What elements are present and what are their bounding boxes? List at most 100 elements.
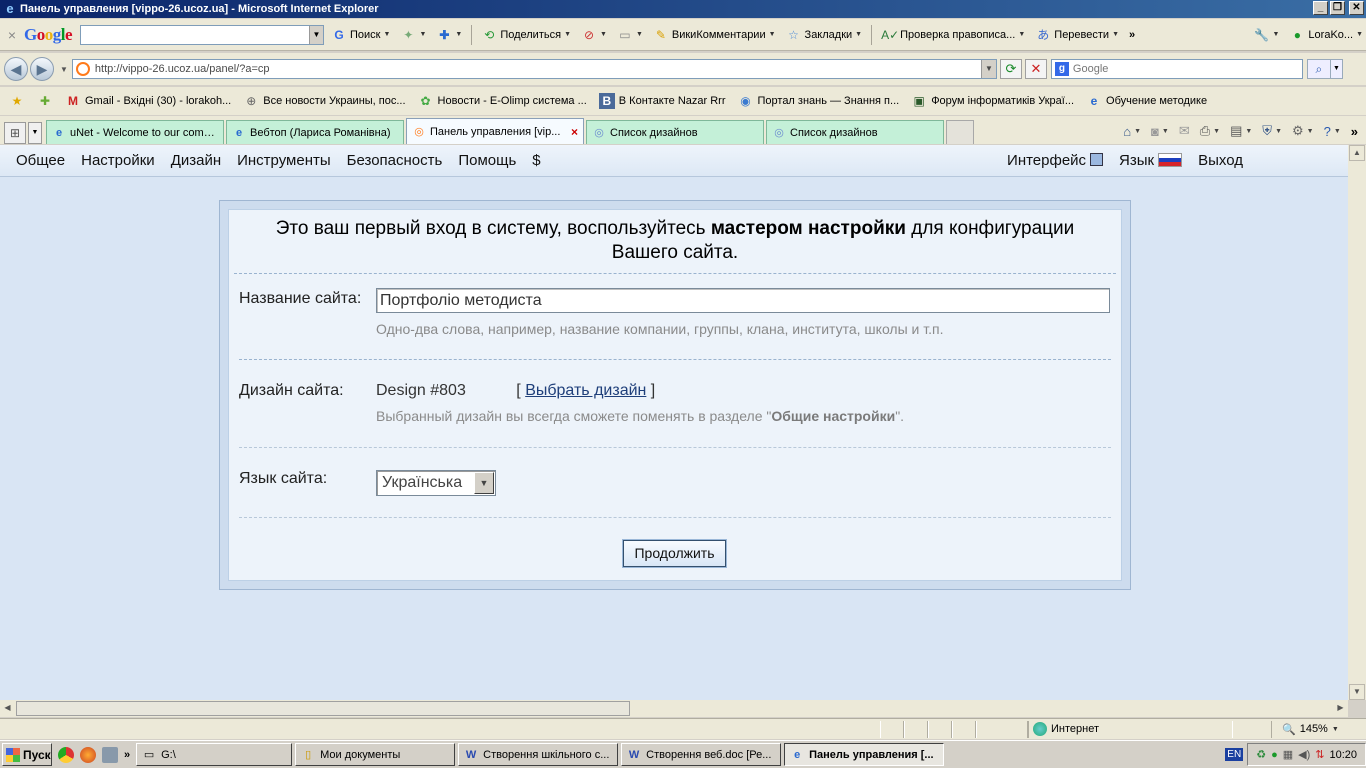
chrome-icon[interactable]	[58, 746, 74, 763]
zoom-control[interactable]: 🔍 145% ▼	[1276, 723, 1345, 736]
continue-button[interactable]: Продолжить	[623, 540, 726, 567]
more-commands-icon[interactable]: »	[1351, 124, 1358, 139]
protected-mode-icon[interactable]	[1232, 720, 1272, 738]
nav-tools[interactable]: Инструменты	[229, 152, 339, 169]
scroll-down-icon[interactable]: ▼	[1349, 684, 1365, 700]
nav-dollar[interactable]: $	[524, 152, 548, 169]
word-doc-icon: W	[465, 748, 477, 761]
bookmarks-button[interactable]: ☆ Закладки ▼	[783, 27, 866, 43]
autofill-button[interactable]: ▭ ▼	[614, 27, 646, 43]
nav-security[interactable]: Безопасность	[339, 152, 451, 169]
scroll-right-icon[interactable]: ▶	[1333, 701, 1348, 716]
quicklaunch-app-icon[interactable]	[102, 746, 118, 763]
address-url[interactable]: http://vippo-26.ucoz.ua/panel/?a=cp	[95, 63, 270, 75]
firefox-icon[interactable]	[80, 746, 96, 763]
address-bar[interactable]: http://vippo-26.ucoz.ua/panel/?a=cp ▼	[71, 59, 997, 79]
taskbar-task[interactable]: W Створення шкільного с...	[458, 743, 619, 766]
new-tab-button[interactable]	[946, 120, 974, 144]
volume-icon[interactable]: ◀)	[1298, 748, 1310, 761]
maximize-button[interactable]: ❐	[1330, 1, 1345, 15]
status-cell	[880, 720, 904, 738]
rss-feeds-icon[interactable]: ◙	[1151, 124, 1159, 139]
wiki-comments-button[interactable]: ✎ ВикиКомментарии ▼	[650, 27, 779, 43]
horizontal-scrollbar[interactable]: ◀ ▶	[0, 700, 1348, 717]
ie-icon: e	[235, 126, 243, 139]
spellcheck-button[interactable]: A✓ Проверка правописа... ▼	[878, 27, 1028, 43]
browser-search-input[interactable]: g Google	[1050, 59, 1303, 79]
favorite-link[interactable]: ▣ Форум інформатиків Украї...	[906, 93, 1079, 109]
tray-app-icon[interactable]: ●	[1271, 749, 1278, 761]
add-favorite-button[interactable]: ✚	[32, 93, 58, 109]
help-icon[interactable]: ?	[1324, 124, 1331, 139]
stop-button[interactable]: ✕	[1024, 59, 1047, 79]
close-window-button[interactable]: ✕	[1349, 1, 1364, 15]
tab-webtop[interactable]: e Вебтоп (Лариса Романівна)	[226, 120, 404, 144]
taskbar-task[interactable]: ▯ Мои документы	[295, 743, 456, 766]
taskbar-task-active[interactable]: e Панель управления [...	[784, 743, 945, 766]
tab-designs-1[interactable]: ◎ Список дизайнов	[586, 120, 764, 144]
start-button[interactable]: Пуск	[2, 743, 52, 766]
favorites-center-button[interactable]: ★	[4, 93, 30, 109]
chevron-down-icon[interactable]: ▼	[1330, 59, 1343, 79]
close-toolbar-icon[interactable]: ×	[4, 27, 20, 43]
scroll-left-icon[interactable]: ◀	[0, 701, 15, 716]
share-button[interactable]: ⟲ Поделиться ▼	[478, 27, 574, 43]
scroll-up-icon[interactable]: ▲	[1349, 145, 1365, 161]
favorite-link[interactable]: M Gmail - Вхідні (30) - lorakoh...	[60, 93, 236, 109]
minimize-button[interactable]: _	[1313, 1, 1328, 15]
mail-icon[interactable]: ✉	[1179, 123, 1190, 139]
keyboard-language[interactable]: EN	[1225, 748, 1244, 761]
scroll-thumb[interactable]	[16, 701, 630, 716]
settings-wrench-button[interactable]: 🔧 ▼	[1250, 27, 1282, 43]
more-toolbar-button[interactable]: »	[1126, 29, 1138, 41]
page-icon[interactable]: ▤	[1230, 123, 1242, 139]
forward-button[interactable]: ▶	[30, 57, 54, 81]
favorite-link[interactable]: ✿ Новости - E-Olimp система ...	[413, 93, 592, 109]
refresh-button[interactable]: ⟳	[999, 59, 1022, 79]
taskbar-task[interactable]: W Створення веб.doc [Ре...	[621, 743, 782, 766]
tray-arrow-icon[interactable]: ⇅	[1315, 748, 1324, 761]
close-tab-icon[interactable]: ×	[571, 125, 578, 139]
quick-tabs-button[interactable]: ⊞	[4, 122, 26, 144]
translate-button[interactable]: あ Перевести ▼	[1032, 27, 1122, 43]
tab-list-dropdown[interactable]: ▼	[28, 122, 42, 144]
print-icon[interactable]: ⎙	[1200, 123, 1210, 139]
google-search-input[interactable]: ▼	[80, 24, 325, 45]
home-icon[interactable]: ⌂	[1123, 124, 1131, 139]
tray-app-icon[interactable]: ♻	[1256, 748, 1266, 761]
toolbar-add-button[interactable]: ✚ ▼	[433, 27, 465, 43]
language-selector[interactable]: Язык	[1111, 152, 1190, 169]
nav-help[interactable]: Помощь	[450, 152, 524, 169]
nav-general[interactable]: Общее	[8, 152, 73, 169]
search-go-button[interactable]: ⌕	[1306, 59, 1331, 79]
network-icon[interactable]: ▦	[1283, 748, 1293, 761]
chevron-down-icon[interactable]: ▼	[309, 25, 324, 44]
safety-icon[interactable]: ⛨	[1262, 123, 1272, 139]
back-button[interactable]: ◀	[4, 57, 28, 81]
account-button[interactable]: ● LoraKo... ▼	[1286, 27, 1366, 43]
interface-toggle[interactable]: Интерфейс	[999, 152, 1111, 169]
tab-designs-2[interactable]: ◎ Список дизайнов	[766, 120, 944, 144]
tab-unet[interactable]: e uNet - Welcome to our comm...	[46, 120, 224, 144]
history-dropdown-icon[interactable]: ▼	[60, 65, 68, 74]
site-name-input[interactable]	[376, 288, 1110, 313]
quick-launch-more-icon[interactable]: »	[124, 749, 130, 761]
favorite-link[interactable]: ◉ Портал знань — Знання п...	[733, 93, 905, 109]
search-button[interactable]: G Поиск ▼	[328, 27, 393, 43]
favorite-link[interactable]: ⊕ Все новости Украины, пос...	[238, 93, 410, 109]
nav-design[interactable]: Дизайн	[163, 152, 229, 169]
tab-control-panel[interactable]: ◎ Панель управления [vip... ×	[406, 118, 584, 144]
popup-blocker-button[interactable]: ⊘ ▼	[578, 27, 610, 43]
tools-gear-icon[interactable]: ⚙	[1292, 123, 1304, 139]
site-language-select[interactable]: Українська ▼	[376, 470, 496, 496]
nav-settings[interactable]: Настройки	[73, 152, 163, 169]
toolbar-extra-button[interactable]: ✦ ▼	[397, 27, 429, 43]
chevron-down-icon[interactable]: ▼	[980, 60, 996, 78]
choose-design-link[interactable]: Выбрать дизайн	[525, 382, 646, 399]
taskbar-drive[interactable]: ▭ G:\	[136, 743, 293, 766]
vertical-scrollbar[interactable]: ▲ ▼	[1348, 145, 1366, 700]
logout-link[interactable]: Выход	[1190, 152, 1251, 169]
chevron-down-icon[interactable]: ▼	[474, 472, 494, 494]
favorite-link[interactable]: e Обучение методике	[1081, 93, 1212, 109]
favorite-link[interactable]: BВ Контакте Nazar Rrr	[594, 93, 731, 109]
